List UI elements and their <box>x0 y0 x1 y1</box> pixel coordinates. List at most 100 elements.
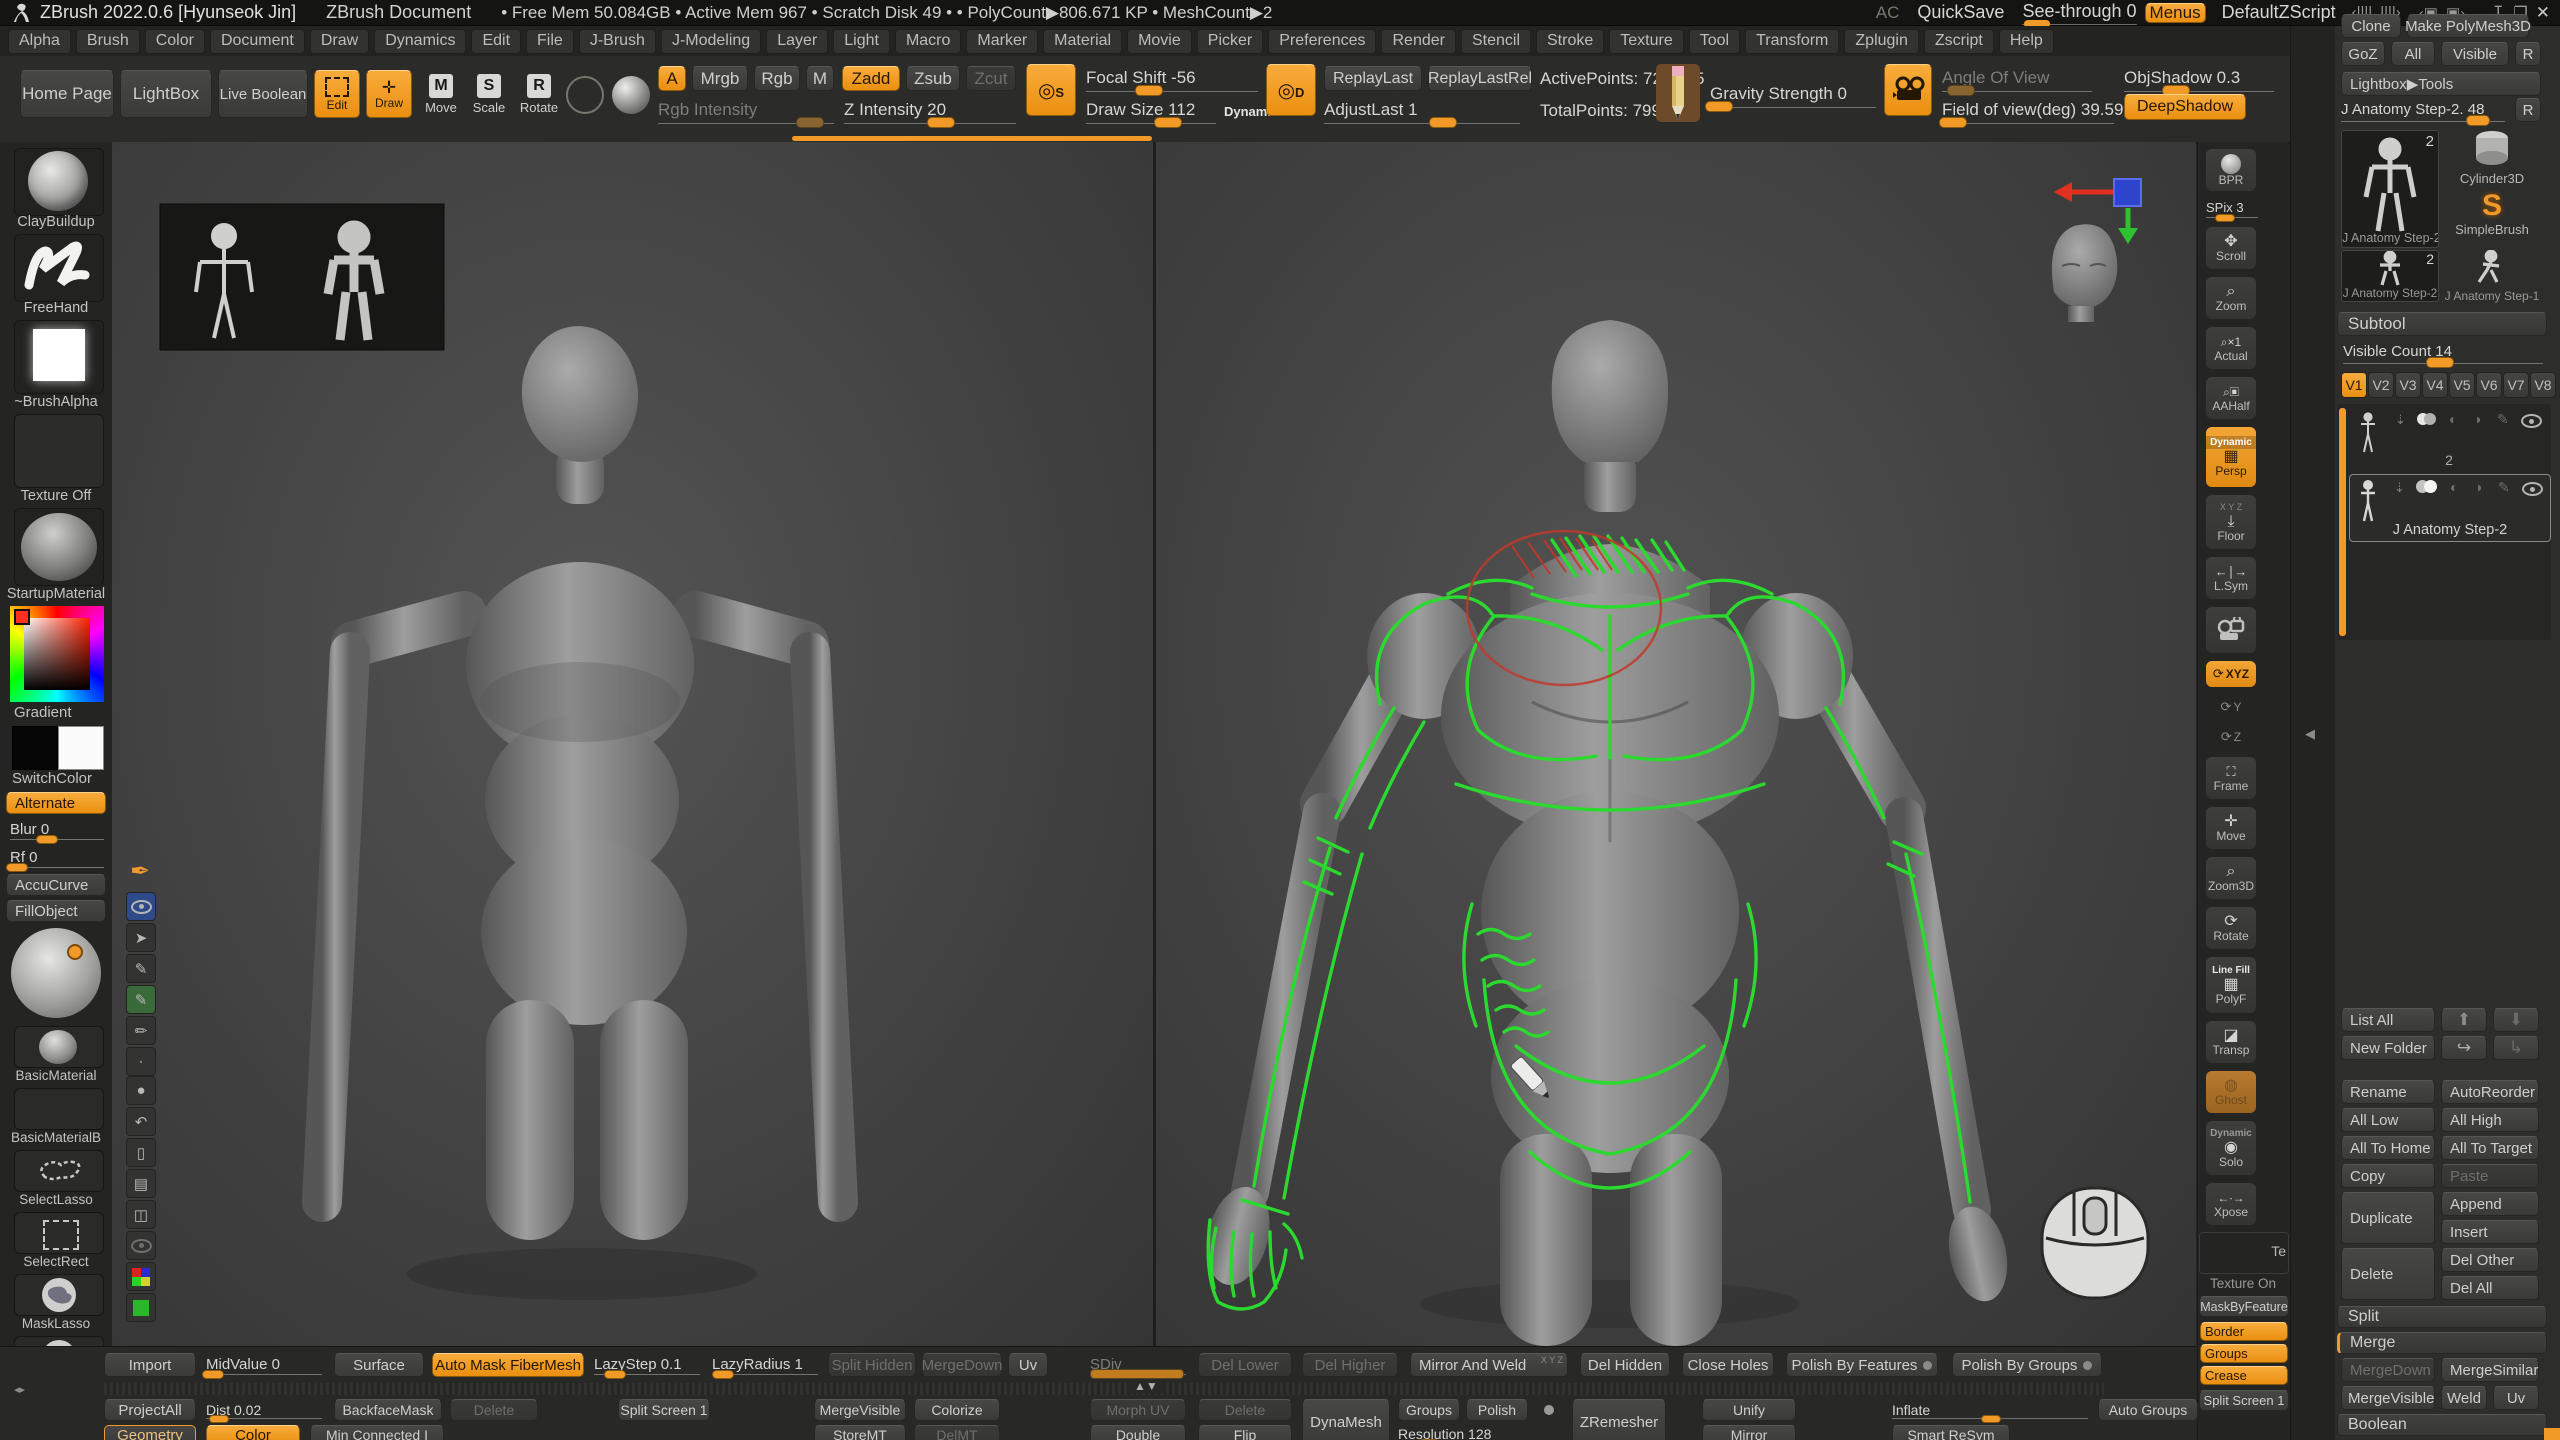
menu-zscript[interactable]: Zscript <box>1924 29 1994 54</box>
mask-by-feature-button[interactable]: MaskByFeature <box>2199 1296 2289 1317</box>
scroll-button[interactable]: ✥Scroll <box>2205 226 2257 270</box>
delete-morph-button[interactable]: Delete <box>1198 1399 1292 1421</box>
move-up-button[interactable]: ⬆ <box>2441 1008 2487 1032</box>
eye-small-button[interactable] <box>126 1231 156 1260</box>
flip-button[interactable]: Flip <box>1198 1425 1292 1440</box>
polypaint-arrow-icon[interactable]: ⇣ <box>2395 412 2406 428</box>
persp-button[interactable]: Dynamic ▦ Persp <box>2205 426 2257 488</box>
menu-transform[interactable]: Transform <box>1745 29 1839 54</box>
blur-slider[interactable]: Blur 0 <box>10 820 104 840</box>
resolution-slider[interactable]: Resolution 128 <box>1398 1425 1528 1440</box>
tool-name-slider[interactable]: J Anatomy Step-2. 48 <box>2341 100 2505 122</box>
polypaint-arrow-icon[interactable]: ⇣ <box>2394 480 2405 496</box>
frame-button[interactable]: ⛶Frame <box>2205 756 2257 800</box>
quicksave-button[interactable]: QuickSave <box>1917 2 2004 23</box>
subtool-section-header[interactable]: Subtool <box>2337 312 2547 336</box>
fillobject-button[interactable]: FillObject <box>6 900 106 922</box>
recent-tool-1[interactable]: J Anatomy Step-1 <box>2443 250 2541 300</box>
edit-mode-button[interactable]: Edit <box>314 70 360 118</box>
replay-last-button[interactable]: ReplayLast <box>1324 66 1422 91</box>
active-tool-thumbnail[interactable]: 2 J Anatomy Step-2 <box>2341 130 2439 248</box>
green-swatch-button[interactable] <box>126 1293 156 1322</box>
ghost-button[interactable]: ◍Ghost <box>2205 1070 2257 1114</box>
auto-groups-button[interactable]: Auto Groups <box>2098 1399 2198 1421</box>
visible-count-slider[interactable]: Visible Count 14 <box>2343 342 2543 364</box>
panel-collapse-icon[interactable]: ◀ <box>2305 726 2315 742</box>
mrgb-button[interactable]: Mrgb <box>692 66 748 91</box>
menu-picker[interactable]: Picker <box>1197 29 1263 54</box>
spix-slider[interactable]: SPix 3 <box>2206 198 2258 218</box>
basic-materialb-thumb[interactable] <box>14 1088 104 1130</box>
intersect-icon[interactable]: ◑ <box>2474 479 2482 495</box>
geometry-tab-button[interactable]: Geometry <box>104 1425 196 1440</box>
m-button[interactable]: M <box>806 66 834 91</box>
projectall-button[interactable]: ProjectAll <box>104 1399 196 1421</box>
menu-file[interactable]: File <box>526 29 574 54</box>
zcut-button[interactable]: Zcut <box>966 66 1016 91</box>
visibility-eye-button[interactable] <box>126 892 156 921</box>
lazyradius-slider[interactable]: LazyRadius 1 <box>712 1355 818 1375</box>
color-tab-button[interactable]: Color <box>206 1425 300 1440</box>
rgb-button[interactable]: Rgb <box>754 66 800 91</box>
tool-r-button[interactable]: R <box>2515 98 2541 122</box>
menu-texture[interactable]: Texture <box>1609 29 1683 54</box>
current-brush-thumbnail[interactable] <box>14 148 104 216</box>
secondary-color-swatch[interactable] <box>58 726 104 770</box>
point-button[interactable]: ● <box>126 1076 156 1105</box>
del-other-button[interactable]: Del Other <box>2441 1248 2539 1272</box>
morph-uv-button[interactable]: Morph UV <box>1090 1399 1186 1421</box>
dynamic-draw-size-button[interactable]: ◎D <box>1266 64 1316 116</box>
rotate3d-button[interactable]: ⟳Rotate <box>2205 906 2257 950</box>
border-button[interactable]: Border <box>2200 1322 2288 1341</box>
gravity-strength-slider[interactable]: Gravity Strength 0 <box>1710 84 1876 108</box>
subtool-tab-v3[interactable]: V3 <box>2395 372 2421 398</box>
menu-layer[interactable]: Layer <box>766 29 828 54</box>
close-button[interactable]: ✕ <box>2536 3 2550 23</box>
bpr-button[interactable]: BPR <box>2205 148 2257 192</box>
current-texture-thumbnail[interactable] <box>14 414 104 488</box>
sv-square[interactable] <box>24 618 90 690</box>
menu-alpha[interactable]: Alpha <box>8 29 71 54</box>
zoom3d-button[interactable]: ⌕Zoom3D <box>2205 856 2257 900</box>
zadd-button[interactable]: Zadd <box>842 66 900 91</box>
document-canvas[interactable] <box>112 142 2196 1346</box>
split-screen-button[interactable]: Split Screen 1 <box>618 1399 710 1421</box>
camera-lock-button[interactable] <box>2205 606 2257 654</box>
close-holes-button[interactable]: Close Holes <box>1682 1353 1774 1377</box>
subtool-row-2-selected[interactable]: ⇣ ◐ ◑ ✎ J Anatomy Step-2 <box>2349 474 2551 542</box>
solo-button[interactable]: Dynamic ◉ Solo <box>2205 1120 2257 1176</box>
subtract-icon[interactable]: ◐ <box>2450 479 2458 495</box>
intersect-icon[interactable]: ◑ <box>2473 411 2481 427</box>
rgb-intensity-slider[interactable]: Rgb Intensity <box>658 100 834 124</box>
alternate-button[interactable]: Alternate <box>6 792 106 814</box>
inflate-slider[interactable]: Inflate <box>1892 1401 2088 1419</box>
menu-color[interactable]: Color <box>145 29 205 54</box>
shelf-edge-arrows[interactable]: ◂▸ <box>14 1383 25 1396</box>
del-higher-button[interactable]: Del Higher <box>1302 1353 1398 1377</box>
dynamesh-button[interactable]: DynaMesh <box>1302 1399 1390 1440</box>
double-button[interactable]: Double <box>1090 1425 1186 1440</box>
colorize-button[interactable]: Colorize <box>914 1399 1000 1421</box>
polish-dot[interactable] <box>1923 1361 1932 1370</box>
zremesher-button[interactable]: ZRemesher <box>1572 1399 1666 1440</box>
import-button[interactable]: Import <box>104 1353 196 1377</box>
move-3d-button[interactable]: ✛Move <box>2205 806 2257 850</box>
pencil-button[interactable]: ✏ <box>126 1016 156 1045</box>
autoreorder-button[interactable]: AutoReorder <box>2441 1080 2539 1104</box>
union-icon[interactable] <box>2417 412 2436 430</box>
current-alpha-thumbnail[interactable] <box>14 320 104 394</box>
accucurve-button[interactable]: AccuCurve <box>6 874 106 896</box>
dynamesh-polish-button[interactable]: Polish <box>1466 1399 1528 1421</box>
uv-bottom-button[interactable]: Uv <box>1008 1353 1048 1377</box>
visibility-eye-icon[interactable] <box>2522 482 2543 496</box>
replay-last-rel-button[interactable]: ReplayLastRel <box>1428 66 1532 91</box>
focal-shift-slider[interactable]: Focal Shift -56 <box>1086 68 1258 92</box>
copy-subtool-button[interactable]: Copy <box>2341 1164 2435 1188</box>
field-of-view-slider[interactable]: Field of view(deg) 39.59775 <box>1942 100 2114 124</box>
gradient-label[interactable]: Gradient <box>0 704 112 721</box>
rotate-xyz-button[interactable]: ⟳XYZ <box>2205 660 2257 688</box>
subtool-tab-v7[interactable]: V7 <box>2503 372 2529 398</box>
angle-of-view-slider[interactable]: Angle Of View <box>1942 68 2092 92</box>
subtool-row-1[interactable]: ⇣ ◐ ◑ ✎ 2 <box>2351 408 2547 470</box>
polish-dot[interactable] <box>2083 1361 2092 1370</box>
